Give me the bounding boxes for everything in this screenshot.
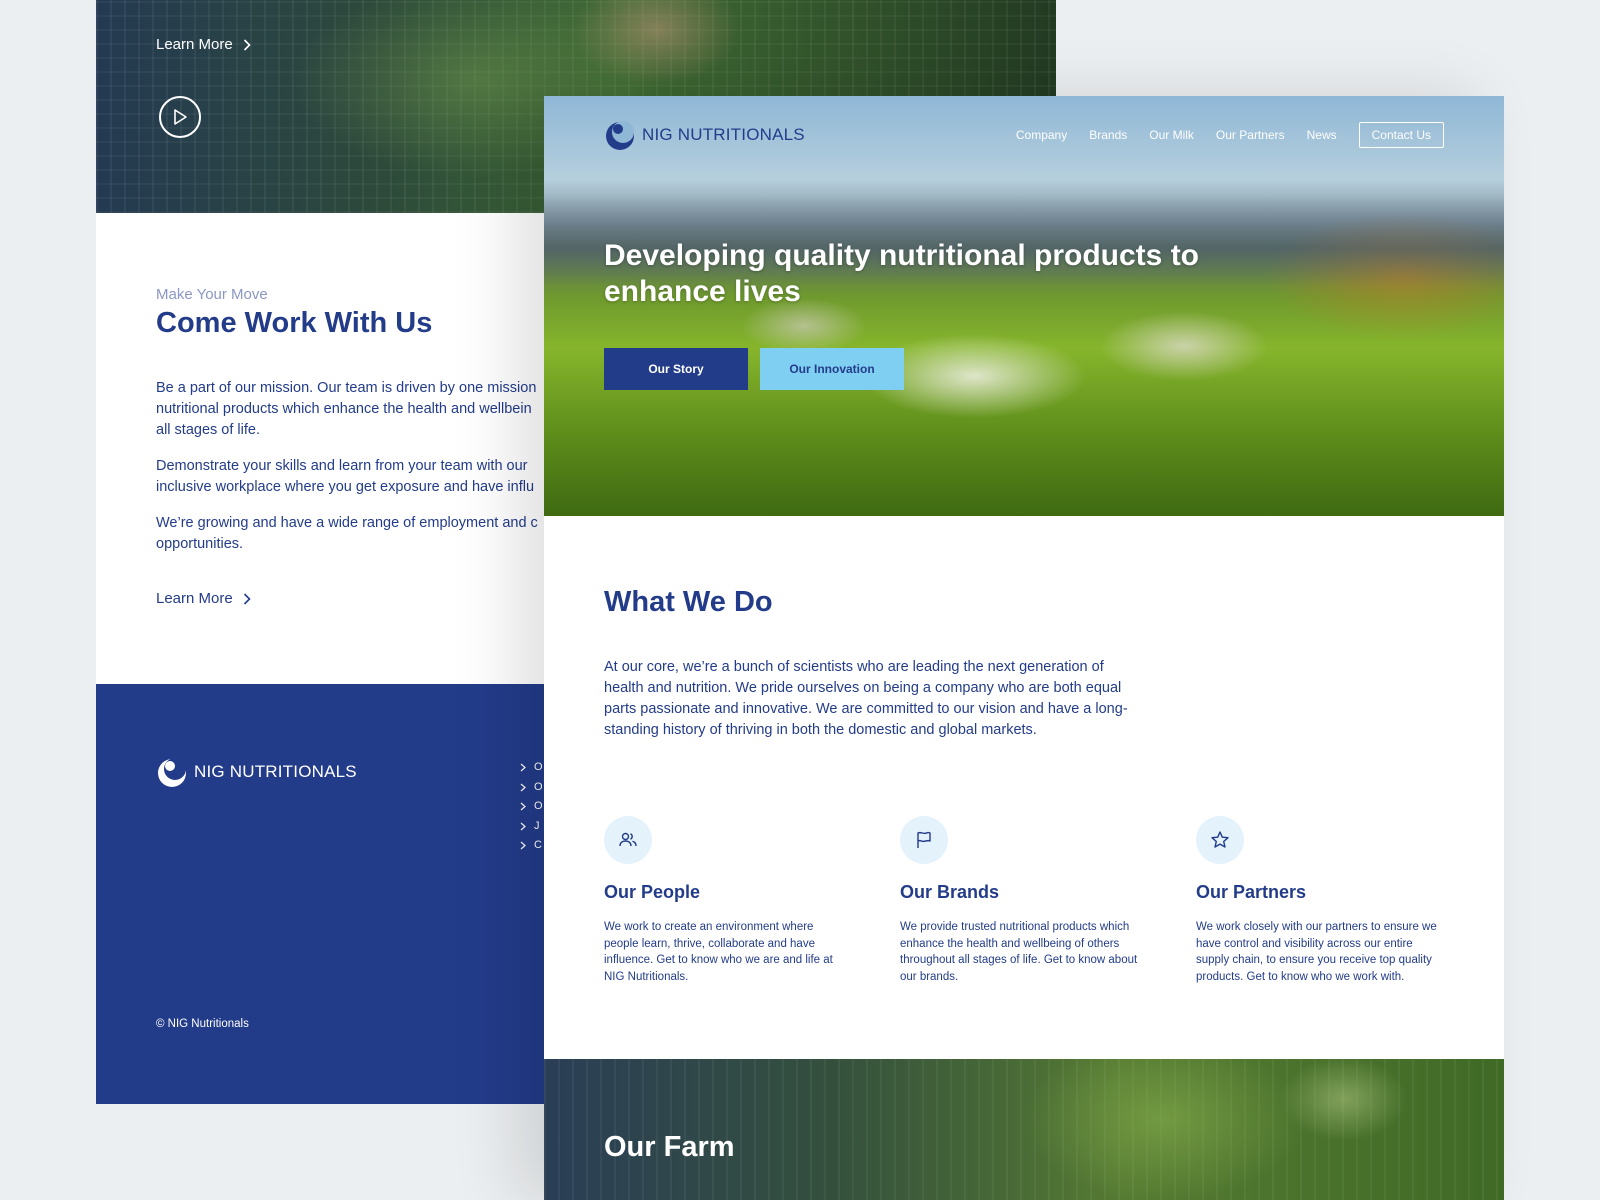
footer-link-label: C [534,839,542,851]
feature-text: We work closely with our partners to ens… [1196,921,1437,983]
feature-text: We work to create an environment where p… [604,921,833,983]
crescent-logo-icon [606,121,634,150]
chevron-right-icon [243,592,251,605]
hero-actions: Our Story Our Innovation [604,348,904,390]
chevron-right-icon [520,822,526,831]
section-title: Our Farm [604,1131,735,1163]
our-story-button[interactable]: Our Story [604,348,748,390]
feature-title: Our Brands [900,882,1000,902]
feature-icon-badge [1196,816,1244,864]
footer-link-label: J [534,819,540,832]
footer-link-label: O [534,800,543,812]
hero-title: Developing quality nutritional products … [604,239,1200,308]
features-row: Our People We work to create an environm… [604,816,1444,985]
copyright-text: © NIG Nutritionals [156,1018,249,1030]
chevron-right-icon [520,763,526,772]
footer-link[interactable]: O [520,758,543,778]
feature-text: We provide trusted nutritional products … [900,921,1138,983]
footer-link[interactable]: O [520,778,543,798]
our-farm-banner: Our Farm [544,1059,1504,1200]
footer-logo[interactable]: NIG NUTRITIONALS [156,756,357,788]
what-we-do-section: What We Do At our core, we’re a bunch of… [604,586,1444,741]
front-page-preview: NIG NUTRITIONALS Company Brands Our Milk… [544,96,1504,1200]
learn-more-label: Learn More [156,36,233,53]
feature-icon-badge [900,816,948,864]
people-icon [619,832,637,847]
feature-title: Our People [604,882,701,902]
footer-link[interactable]: J [520,817,543,837]
learn-more-label: Learn More [156,590,233,607]
section-paragraph: At our core, we’re a bunch of scientists… [604,659,1128,738]
star-icon [1211,831,1229,848]
footer-link[interactable]: C [520,836,543,856]
feature-icon-badge [604,816,652,864]
hero-banner: NIG NUTRITIONALS Company Brands Our Milk… [544,96,1504,516]
chevron-right-icon [520,841,526,850]
feature-card-partners[interactable]: Our Partners We work closely with our pa… [1196,816,1444,985]
nav-item-news[interactable]: News [1307,128,1337,142]
section-title: What We Do [604,586,773,618]
our-innovation-button[interactable]: Our Innovation [760,348,904,390]
header-logo[interactable]: NIG NUTRITIONALS [604,119,805,151]
nav-menu: Company Brands Our Milk Our Partners New… [1016,122,1444,148]
feature-card-people[interactable]: Our People We work to create an environm… [604,816,852,985]
logo-wordmark: NIG NUTRITIONALS [194,762,357,781]
hero-learn-more-link[interactable]: Learn More [156,36,251,53]
play-video-button[interactable] [159,96,201,138]
chevron-right-icon [243,38,251,51]
flag-icon [917,831,931,848]
footer-links: O O O J C [520,758,543,856]
logo-wordmark: NIG NUTRITIONALS [642,125,805,144]
footer-link[interactable]: O [520,797,543,817]
top-navigation: NIG NUTRITIONALS Company Brands Our Milk… [604,120,1444,150]
contact-us-button[interactable]: Contact Us [1358,122,1444,148]
feature-card-brands[interactable]: Our Brands We provide trusted nutritiona… [900,816,1148,985]
play-icon [174,109,187,125]
nav-item-our-partners[interactable]: Our Partners [1216,128,1285,142]
footer-link-label: O [534,780,543,793]
footer-link-label: O [534,761,543,773]
nav-item-our-milk[interactable]: Our Milk [1149,128,1194,142]
nav-item-company[interactable]: Company [1016,128,1067,142]
chevron-right-icon [520,802,526,811]
chevron-right-icon [520,783,526,792]
feature-title: Our Partners [1196,882,1307,902]
nav-item-brands[interactable]: Brands [1089,128,1127,142]
crescent-logo-icon [158,758,186,787]
